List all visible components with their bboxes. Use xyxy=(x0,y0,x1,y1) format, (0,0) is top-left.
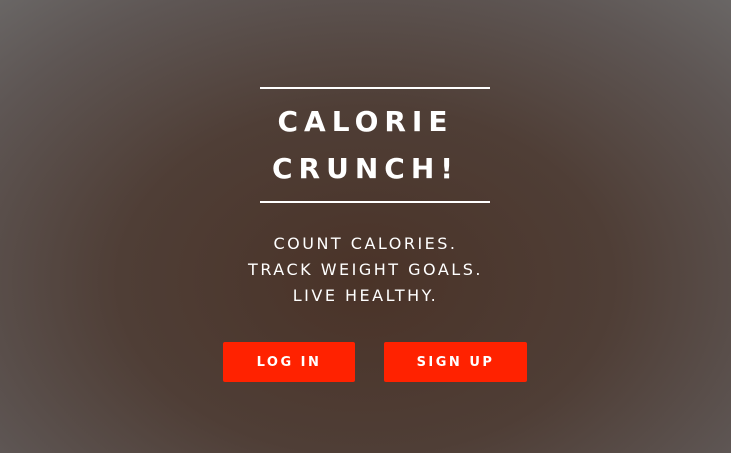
hero-section: CALORIE CRUNCH! COUNT CALORIES. TRACK WE… xyxy=(0,0,731,453)
login-button[interactable]: LOG IN xyxy=(223,342,355,382)
tagline-line-1: COUNT CALORIES. xyxy=(273,234,458,253)
app-title-line-2: CRUNCH! xyxy=(271,152,460,185)
tagline-line-2: TRACK WEIGHT GOALS. xyxy=(248,260,483,279)
title-top-divider xyxy=(260,87,490,89)
app-title-line-1: CALORIE xyxy=(277,105,454,138)
title-bottom-divider xyxy=(260,201,490,203)
tagline-line-3: LIVE HEALTHY. xyxy=(292,286,439,305)
signup-button[interactable]: SIGN UP xyxy=(384,342,527,382)
